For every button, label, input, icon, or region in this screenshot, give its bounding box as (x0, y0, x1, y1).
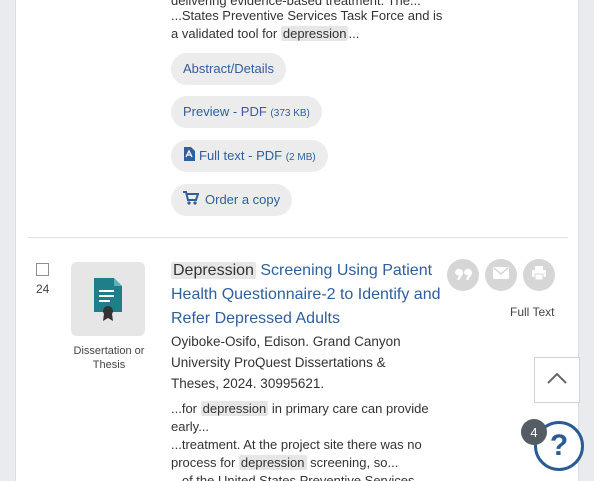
cite-button[interactable] (447, 259, 479, 291)
snippet-line: early... (171, 419, 210, 434)
snippet-line: ...States Preventive Services Task Force… (171, 8, 443, 23)
result-divider (28, 237, 568, 238)
email-button[interactable] (485, 259, 517, 291)
snippet-line: ...treatment. At the project site there … (171, 437, 422, 452)
dissertation-icon (92, 276, 124, 327)
order-copy-link[interactable]: Order a copy (171, 184, 293, 217)
document-thumbnail[interactable] (71, 262, 145, 336)
search-term-highlight: Depression (171, 262, 256, 279)
document-type-label: Dissertation or Thesis (73, 345, 145, 371)
search-term-highlight: depression (280, 26, 349, 41)
snippet-line: ...for depression in primary care can pr… (171, 401, 429, 416)
quote-icon (454, 266, 472, 285)
printer-icon (531, 265, 547, 286)
search-term-highlight: depression (238, 455, 307, 470)
preview-pdf-link[interactable]: Preview - PDF (373 KB) (171, 96, 322, 128)
abstract-details-link[interactable]: Abstract/Details (171, 53, 287, 85)
pdf-icon (183, 141, 195, 173)
fulltext-availability[interactable]: Full Text (510, 305, 554, 319)
print-button[interactable] (523, 259, 555, 291)
question-mark-icon: ? (549, 429, 569, 462)
envelope-icon (493, 266, 509, 284)
notification-count-badge: 4 (521, 419, 547, 445)
snippet-line: a validated tool for depression... (171, 26, 360, 41)
select-result-checkbox[interactable] (36, 263, 49, 276)
search-term-highlight: depression (200, 401, 269, 416)
cart-icon (183, 185, 200, 217)
result-number: 24 (36, 282, 50, 296)
back-to-top-button[interactable] (534, 357, 580, 403)
chevron-up-icon (547, 371, 567, 389)
snippet-line: ...of the United States Preventive Servi… (171, 473, 415, 481)
result-title-link[interactable]: Depression Screening Using Patient Healt… (171, 259, 441, 331)
result-citation: Oyiboke-Osifo, Edison. Grand Canyon Univ… (171, 334, 401, 391)
fulltext-pdf-link[interactable]: Full text - PDF (2 MB) (171, 140, 328, 172)
snippet-line: process for depression screening, so... (171, 455, 399, 470)
